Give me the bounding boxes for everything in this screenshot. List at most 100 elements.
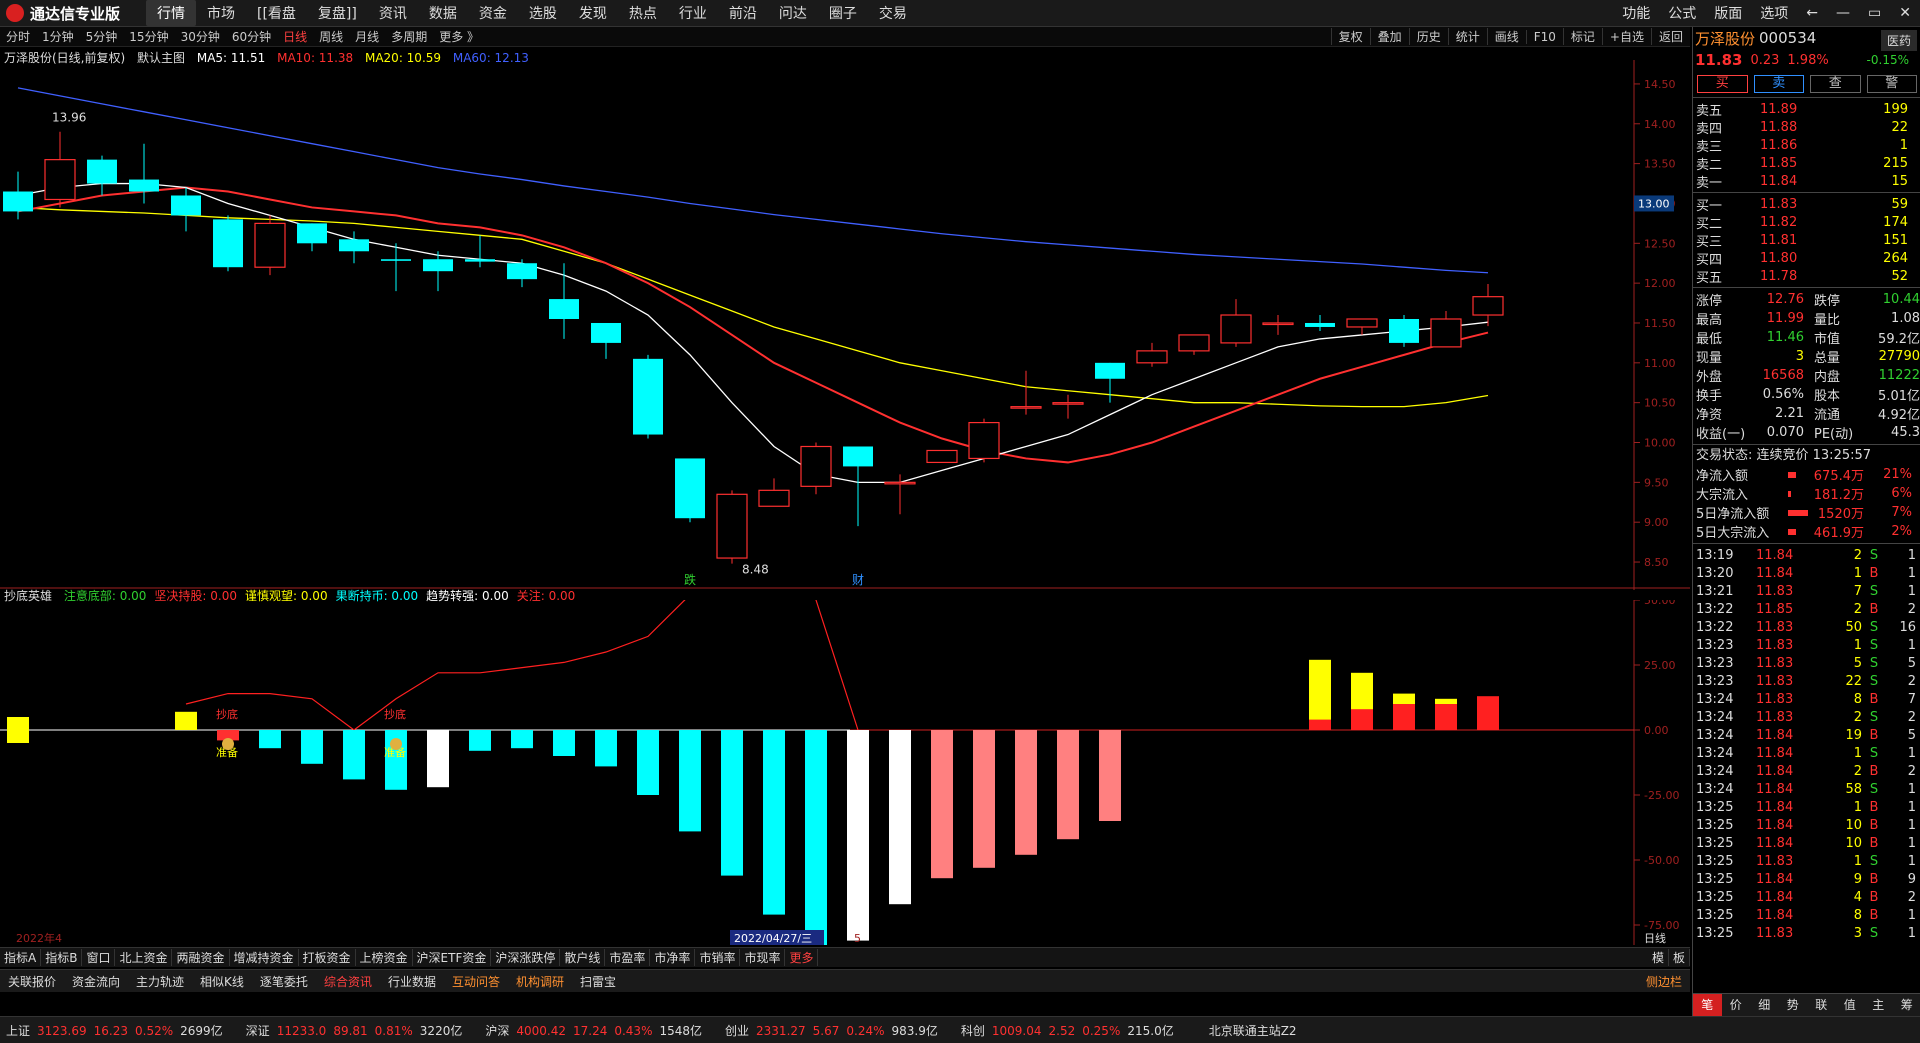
- chart-tool-button[interactable]: 画线: [1487, 28, 1526, 45]
- menu-item[interactable]: 前沿: [718, 0, 768, 26]
- menu-item[interactable]: 数据: [418, 0, 468, 26]
- quote-tab[interactable]: 联: [1807, 994, 1836, 1016]
- info-tab[interactable]: 互动问答: [444, 973, 508, 990]
- candle[interactable]: [843, 446, 873, 526]
- back-icon[interactable]: ←: [1797, 5, 1827, 21]
- period-tab[interactable]: 日线: [277, 28, 313, 45]
- period-tab[interactable]: 更多 》: [433, 28, 485, 45]
- candle[interactable]: [717, 490, 747, 563]
- quote-tab[interactable]: 价: [1722, 994, 1751, 1016]
- quote-tab[interactable]: 细: [1750, 994, 1779, 1016]
- menu-item[interactable]: 行业: [668, 0, 718, 26]
- menu-item[interactable]: 资金: [468, 0, 518, 26]
- candle[interactable]: [591, 323, 621, 359]
- query-button[interactable]: 查: [1810, 75, 1861, 93]
- candle[interactable]: [927, 450, 957, 462]
- industry-badge[interactable]: 医药: [1881, 30, 1917, 51]
- menu-item[interactable]: 资讯: [368, 0, 418, 26]
- menu-item[interactable]: 圈子: [818, 0, 868, 26]
- chart-tool-button[interactable]: 叠加: [1370, 28, 1409, 45]
- chart-tool-button[interactable]: 返回: [1651, 28, 1690, 45]
- candle[interactable]: [465, 235, 495, 267]
- chart-tool-button[interactable]: +自选: [1602, 28, 1651, 45]
- menu-layout[interactable]: 版面: [1705, 3, 1751, 23]
- candle[interactable]: [549, 263, 579, 339]
- candle[interactable]: [1137, 343, 1167, 367]
- order-book-row[interactable]: 买三11.81151: [1693, 231, 1920, 249]
- alert-button[interactable]: 警: [1867, 75, 1918, 93]
- index-quote[interactable]: 上证3123.6916.230.52%2699亿: [0, 1022, 230, 1039]
- order-book-row[interactable]: 卖二11.85215: [1693, 154, 1920, 172]
- indicator-tab[interactable]: 市现率: [740, 949, 785, 966]
- chart-tool-button[interactable]: 复权: [1331, 28, 1370, 45]
- indicator-tab[interactable]: 市销率: [695, 949, 740, 966]
- period-tab[interactable]: 60分钟: [226, 28, 277, 45]
- candle[interactable]: [171, 188, 201, 232]
- menu-item[interactable]: 问达: [768, 0, 818, 26]
- order-book-row[interactable]: 卖五11.89199: [1693, 100, 1920, 118]
- kline-chart[interactable]: 14.5014.0013.5013.0012.5012.0011.5011.00…: [0, 60, 1690, 590]
- template-button[interactable]: 板: [1669, 949, 1690, 966]
- buy-button[interactable]: 买: [1697, 75, 1748, 93]
- period-tab[interactable]: 30分钟: [175, 28, 226, 45]
- menu-item[interactable]: 选股: [518, 0, 568, 26]
- candle[interactable]: [381, 243, 411, 291]
- restore-icon[interactable]: ▭: [1859, 5, 1890, 21]
- quote-tab[interactable]: 主: [1864, 994, 1893, 1016]
- candle[interactable]: [675, 458, 705, 522]
- info-tab[interactable]: 逐笔委托: [252, 973, 316, 990]
- candle[interactable]: [87, 156, 117, 196]
- order-book-row[interactable]: 卖三11.861: [1693, 136, 1920, 154]
- quote-tab[interactable]: 筹: [1893, 994, 1920, 1016]
- indicator-tab[interactable]: 指标B: [41, 949, 82, 966]
- menu-formula[interactable]: 公式: [1659, 3, 1705, 23]
- sidebar-toggle[interactable]: 侧边栏: [1638, 973, 1690, 990]
- candle[interactable]: [213, 215, 243, 271]
- candle[interactable]: [759, 478, 789, 506]
- sell-button[interactable]: 卖: [1754, 75, 1805, 93]
- indicator-tab[interactable]: 两融资金: [172, 949, 229, 966]
- candle[interactable]: [1095, 363, 1125, 403]
- indicator-tab[interactable]: 更多: [785, 949, 818, 966]
- period-tab[interactable]: 1分钟: [36, 28, 80, 45]
- candle[interactable]: [1473, 284, 1503, 326]
- info-tab[interactable]: 机构调研: [508, 973, 572, 990]
- menu-options[interactable]: 选项: [1751, 3, 1797, 23]
- event-marker[interactable]: 跌: [684, 572, 696, 587]
- quote-tab[interactable]: 势: [1779, 994, 1808, 1016]
- candle[interactable]: [801, 443, 831, 495]
- index-quote[interactable]: 创业2331.275.670.24%983.9亿: [719, 1022, 945, 1039]
- info-tab[interactable]: 主力轨迹: [128, 973, 192, 990]
- candle[interactable]: [885, 474, 915, 514]
- candle[interactable]: [1305, 315, 1335, 331]
- chart-tool-button[interactable]: F10: [1526, 30, 1563, 44]
- info-tab[interactable]: 关联报价: [0, 973, 64, 990]
- chart-tool-button[interactable]: 历史: [1409, 28, 1448, 45]
- period-tab[interactable]: 分时: [0, 28, 36, 45]
- info-tab[interactable]: 相似K线: [192, 973, 252, 990]
- indicator-tab[interactable]: 市净率: [650, 949, 695, 966]
- indicator-tab[interactable]: 沪深ETF资金: [413, 949, 492, 966]
- indicator-tab[interactable]: 窗口: [82, 949, 115, 966]
- candle[interactable]: [633, 355, 663, 439]
- order-book-row[interactable]: 卖四11.8822: [1693, 118, 1920, 136]
- candle[interactable]: [3, 172, 33, 220]
- candle[interactable]: [1221, 299, 1251, 347]
- index-quote[interactable]: 深证11233.089.810.81%3220亿: [240, 1022, 470, 1039]
- server-status[interactable]: 北京联通主站Z2: [1209, 1022, 1297, 1039]
- index-quote[interactable]: 沪深4000.4217.240.43%1548亿: [479, 1022, 709, 1039]
- candle[interactable]: [1431, 311, 1461, 347]
- info-tab[interactable]: 资金流向: [64, 973, 128, 990]
- indicator-tab[interactable]: 打板资金: [299, 949, 356, 966]
- menu-item[interactable]: 复盘]]: [307, 0, 368, 26]
- minimize-icon[interactable]: —: [1827, 5, 1859, 21]
- indicator-tab[interactable]: 市盈率: [605, 949, 650, 966]
- menu-item[interactable]: 行情: [146, 0, 196, 26]
- chart-tool-button[interactable]: 标记: [1563, 28, 1602, 45]
- indicator-tab[interactable]: 增减持资金: [230, 949, 299, 966]
- indicator-tab[interactable]: 上榜资金: [356, 949, 413, 966]
- menu-item[interactable]: 热点: [618, 0, 668, 26]
- candle[interactable]: [969, 419, 999, 463]
- index-quote[interactable]: 科创1009.042.520.25%215.0亿: [955, 1022, 1181, 1039]
- indicator-tab[interactable]: 散户线: [560, 949, 605, 966]
